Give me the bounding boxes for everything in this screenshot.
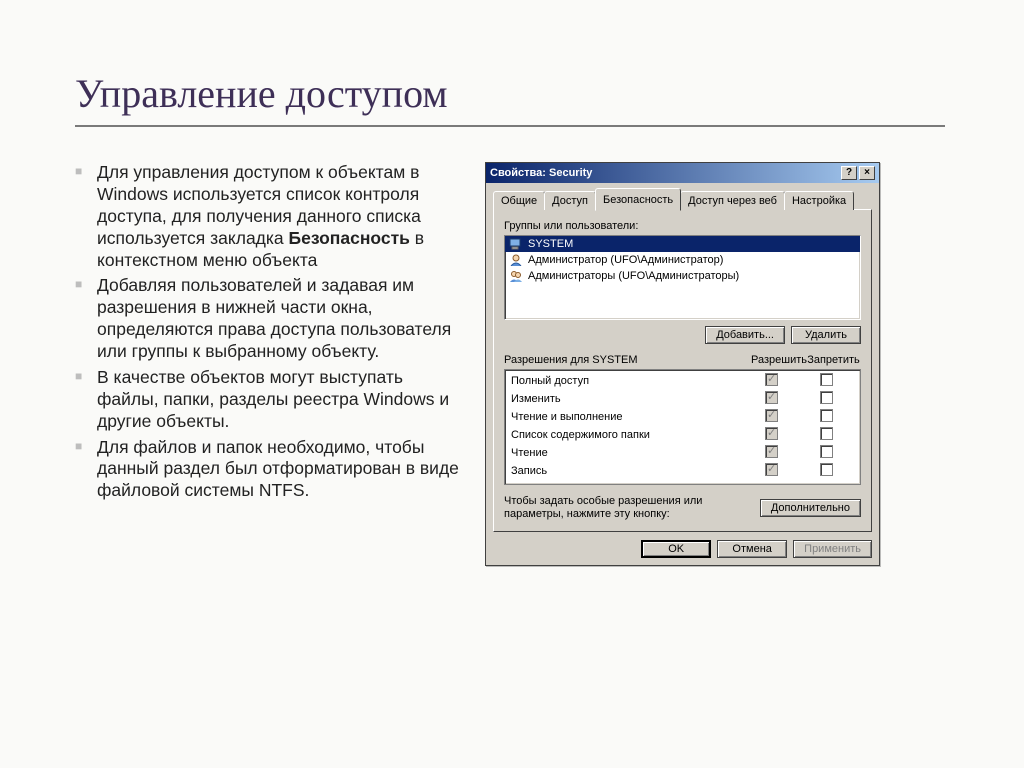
allow-checkbox[interactable] [765,391,778,404]
allow-checkbox[interactable] [765,373,778,386]
allow-checkbox[interactable] [765,409,778,422]
bullet-item: Добавляя пользователей и задавая им разр… [75,275,465,363]
deny-checkbox[interactable] [820,409,833,422]
add-button[interactable]: Добавить... [705,326,785,344]
bullet-item: Для управления доступом к объектам в Win… [75,162,465,271]
tab-panel-security: Группы или пользователи: SYSTEM Администр… [493,209,872,532]
user-list-item[interactable]: Администраторы (UFO\Администраторы) [505,268,860,284]
user-icon [508,253,524,267]
user-name: Администратор (UFO\Администратор) [528,254,723,266]
permission-row: Изменить [505,390,860,408]
tab-strip: ОбщиеДоступБезопасностьДоступ через вебН… [493,188,872,210]
deny-checkbox[interactable] [820,391,833,404]
tab-Доступ через веб[interactable]: Доступ через веб [680,191,785,210]
apply-button[interactable]: Применить [793,540,872,558]
close-button[interactable]: × [859,166,875,180]
tab-Доступ[interactable]: Доступ [544,191,596,210]
permission-row: Чтение и выполнение [505,408,860,426]
permission-row: Запись [505,462,860,480]
permissions-label: Разрешения для SYSTEM [504,354,751,366]
computer-icon [508,237,524,251]
remove-button[interactable]: Удалить [791,326,861,344]
bullet-item: В качестве объектов могут выступать файл… [75,367,465,433]
permission-name: Изменить [511,393,744,405]
allow-checkbox[interactable] [765,463,778,476]
permission-name: Чтение [511,447,744,459]
user-name: Администраторы (UFO\Администраторы) [528,270,739,282]
properties-security-dialog: Свойства: Security ? × ОбщиеДоступБезопа… [485,162,880,566]
user-list-item[interactable]: SYSTEM [505,236,860,252]
user-list-item[interactable]: Администратор (UFO\Администратор) [505,252,860,268]
permissions-listbox[interactable]: Полный доступ Изменить Чтение и выполнение… [504,369,861,485]
deny-checkbox[interactable] [820,463,833,476]
users-listbox[interactable]: SYSTEM Администратор (UFO\Администратор) А… [504,235,861,320]
bullet-item: Для файлов и папок необходимо, чтобы дан… [75,437,465,503]
tab-Общие[interactable]: Общие [493,191,545,210]
cancel-button[interactable]: Отмена [717,540,787,558]
user-name: SYSTEM [528,238,573,250]
permission-row: Чтение [505,444,860,462]
deny-checkbox[interactable] [820,427,833,440]
allow-checkbox[interactable] [765,445,778,458]
deny-checkbox[interactable] [820,445,833,458]
tab-Настройка[interactable]: Настройка [784,191,854,210]
deny-column-label: Запретить [806,354,861,366]
help-button[interactable]: ? [841,166,857,180]
advanced-hint-text: Чтобы задать особые разрешения или парам… [504,495,752,521]
group-icon [508,269,524,283]
permission-name: Полный доступ [511,375,744,387]
permission-name: Запись [511,465,744,477]
bullet-list: Для управления доступом к объектам в Win… [75,162,465,502]
groups-users-label: Группы или пользователи: [504,220,861,232]
permission-name: Чтение и выполнение [511,411,744,423]
dialog-title-text: Свойства: Security [490,167,839,179]
title-underline [75,125,945,127]
allow-checkbox[interactable] [765,427,778,440]
slide-title: Управление доступом [75,70,954,117]
permission-name: Список содержимого папки [511,429,744,441]
dialog-titlebar[interactable]: Свойства: Security ? × [486,163,879,183]
allow-column-label: Разрешить [751,354,806,366]
permission-row: Полный доступ [505,372,860,390]
ok-button[interactable]: OK [641,540,711,558]
advanced-button[interactable]: Дополнительно [760,499,861,517]
permission-row: Список содержимого папки [505,426,860,444]
tab-Безопасность[interactable]: Безопасность [595,188,681,211]
deny-checkbox[interactable] [820,373,833,386]
